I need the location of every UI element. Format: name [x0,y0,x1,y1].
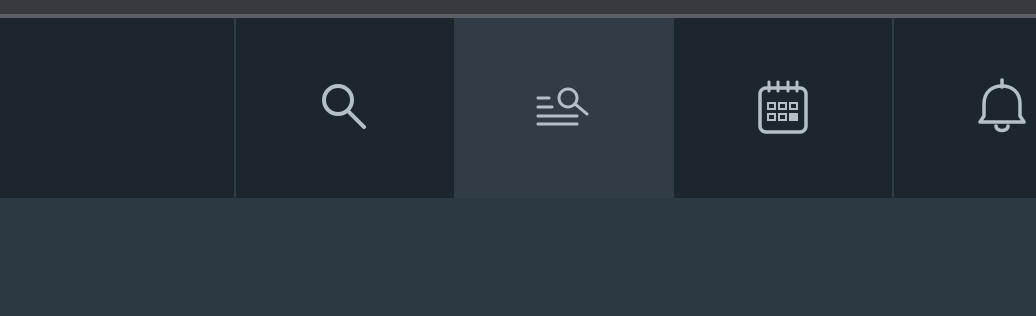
window-top-strip [0,0,1036,14]
search-icon [315,78,375,138]
search-button[interactable] [236,18,454,198]
notifications-button[interactable] [894,18,1036,198]
text-search-button[interactable] [456,18,674,198]
calendar-button[interactable] [674,18,892,198]
toolbar-blank-cell [0,18,235,198]
calendar-icon [753,78,813,138]
content-area [0,198,1036,316]
icon-toolbar [0,18,1036,198]
text-search-icon [535,78,595,138]
bell-icon [974,78,1034,138]
